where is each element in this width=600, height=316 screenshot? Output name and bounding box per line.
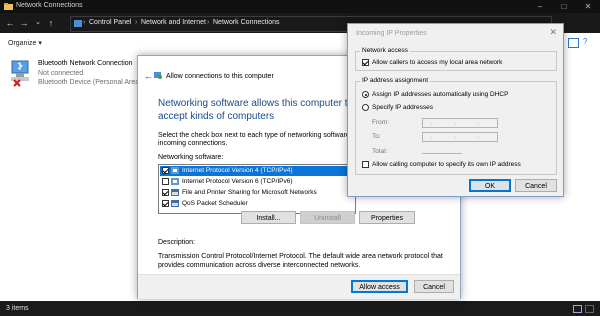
protocol-icon [171, 178, 179, 185]
software-label: Networking software: [158, 154, 224, 161]
to-label: To: [372, 133, 381, 140]
close-icon[interactable]: ✕ [549, 27, 557, 38]
protocol-icon [171, 167, 179, 174]
list-item-file-printer-sharing[interactable]: File and Printer Sharing for Microsoft N… [160, 188, 354, 198]
allow-specify-ip-checkbox[interactable] [362, 161, 369, 168]
total-label: Total: [372, 148, 388, 155]
ip-cancel-button[interactable]: Cancel [515, 179, 557, 192]
connection-name: Bluetooth Network Connection [38, 60, 133, 67]
description-label: Description: [158, 239, 195, 246]
list-item-ipv6[interactable]: Internet Protocol Version 6 (TCP/IPv6) [160, 177, 354, 187]
cancel-button[interactable]: Cancel [414, 280, 454, 293]
up-arrow-icon[interactable]: ↑ [45, 17, 57, 29]
control-panel-icon [74, 20, 82, 27]
total-value [422, 153, 462, 154]
specify-ip-radio[interactable] [362, 104, 369, 111]
incoming-ip-properties-dialog: Incoming IP Properties ✕ Network access … [347, 23, 564, 197]
qos-checkbox[interactable] [162, 200, 169, 207]
install-button[interactable]: Install... [241, 211, 296, 224]
folder-network-icon [4, 3, 13, 10]
item-count: 3 items [6, 305, 29, 312]
file-printer-sharing-checkbox[interactable] [162, 189, 169, 196]
close-button[interactable]: ✕ [576, 0, 600, 13]
title-bar: Network Connections – □ ✕ [0, 0, 600, 13]
specify-ip-label: Specify IP addresses [372, 104, 433, 111]
help-icon[interactable]: ? [583, 37, 587, 46]
list-item-qos-scheduler[interactable]: QoS Packet Scheduler [160, 199, 354, 209]
window-title: Network Connections [16, 2, 83, 9]
ipv4-label: Internet Protocol Version 4 (TCP/IPv4) [182, 167, 293, 174]
recent-chevron-down-icon[interactable]: ⌄ [32, 17, 44, 29]
dialog-header: Allow connections to this computer [166, 73, 274, 80]
dialog-footer: Allow access Cancel [138, 274, 460, 299]
maximize-button[interactable]: □ [552, 0, 576, 13]
dhcp-label: Assign IP addresses automatically using … [372, 91, 509, 98]
back-arrow-icon[interactable]: ← [4, 17, 16, 29]
network-wizard-icon [154, 72, 162, 79]
to-ip-field[interactable]: . . . [422, 132, 498, 142]
instruction-line-2: incoming connections. [158, 140, 228, 147]
back-arrow-icon[interactable]: ← [144, 71, 153, 81]
network-access-group: Network access Allow callers to access m… [355, 47, 557, 71]
file-printer-sharing-label: File and Printer Sharing for Microsoft N… [182, 189, 317, 196]
allow-callers-label: Allow callers to access my local area ne… [372, 59, 503, 66]
instruction-line-1: Select the check box next to each type o… [158, 132, 369, 139]
connection-device: Bluetooth Device (Personal Area ... [38, 79, 147, 86]
properties-button[interactable]: Properties [359, 211, 415, 224]
ipv6-checkbox[interactable] [162, 178, 169, 185]
from-label: From: [372, 119, 389, 126]
breadcrumb-network-connections[interactable]: Network Connections [213, 19, 280, 26]
breadcrumb-separator-icon: › [207, 19, 210, 26]
ok-button[interactable]: OK [469, 179, 511, 192]
allow-specify-ip-label: Allow calling computer to specify its ow… [372, 161, 521, 168]
description-text: Transmission Control Protocol/Internet P… [158, 253, 443, 269]
network-access-group-label: Network access [360, 47, 410, 54]
list-item-bluetooth-connection[interactable]: Bluetooth Network Connection Not connect… [8, 57, 147, 91]
dialog-heading: Networking software allows this computer… [158, 98, 354, 122]
organize-menu[interactable]: Organize ▾ [8, 39, 42, 47]
details-view-icon[interactable] [573, 305, 582, 313]
dhcp-radio[interactable] [362, 91, 369, 98]
breadcrumb-separator-icon: › [135, 19, 138, 26]
ip-assignment-group-label: IP address assignment [360, 77, 430, 84]
ipv6-label: Internet Protocol Version 6 (TCP/IPv6) [182, 178, 293, 185]
minimize-button[interactable]: – [528, 0, 552, 13]
service-icon [171, 200, 179, 207]
breadcrumb-separator-icon: › [83, 19, 86, 26]
allow-callers-checkbox[interactable] [362, 59, 369, 66]
service-icon [171, 189, 179, 196]
from-ip-field[interactable]: . . . [422, 118, 498, 128]
connection-status: Not connected [38, 70, 84, 77]
ip-assignment-group: IP address assignment Assign IP addresse… [355, 77, 557, 175]
status-bar: 3 items [0, 301, 600, 316]
forward-arrow-icon[interactable]: → [18, 17, 30, 29]
qos-label: QoS Packet Scheduler [182, 200, 248, 207]
bluetooth-network-icon [11, 60, 29, 87]
uninstall-button[interactable]: Uninstall [300, 211, 355, 224]
view-options-icon[interactable] [568, 38, 579, 48]
breadcrumb-control-panel[interactable]: Control Panel [89, 19, 131, 26]
ipv4-checkbox[interactable] [162, 167, 169, 174]
large-icons-view-icon[interactable] [585, 305, 594, 313]
dialog-title: Incoming IP Properties [356, 30, 427, 37]
allow-access-button[interactable]: Allow access [351, 280, 408, 293]
networking-software-list[interactable]: Internet Protocol Version 4 (TCP/IPv4) I… [158, 164, 356, 214]
breadcrumb-network-internet[interactable]: Network and Internet [141, 19, 206, 26]
list-item-ipv4[interactable]: Internet Protocol Version 4 (TCP/IPv4) [160, 166, 354, 176]
